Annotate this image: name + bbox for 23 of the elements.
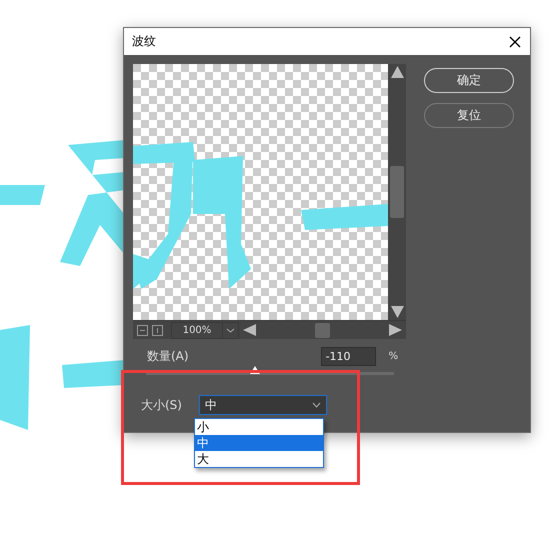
- zoom-out-icon[interactable]: [137, 324, 148, 336]
- vertical-scrollbar[interactable]: [388, 64, 406, 320]
- caret-icon: [312, 402, 321, 408]
- zoom-select[interactable]: 100%: [171, 322, 239, 338]
- dropdown-option[interactable]: 小: [195, 419, 323, 435]
- amount-field[interactable]: -110: [320, 347, 376, 366]
- down-arrow-icon[interactable]: [390, 306, 404, 318]
- amount-label: 数量(A): [147, 348, 189, 365]
- ok-button[interactable]: 确定: [424, 68, 514, 93]
- size-select[interactable]: 中: [198, 395, 327, 415]
- up-arrow-icon[interactable]: [390, 66, 404, 78]
- dropdown-option[interactable]: 中: [195, 435, 323, 451]
- right-arrow-icon[interactable]: [389, 324, 402, 336]
- left-arrow-icon[interactable]: [243, 324, 256, 336]
- size-label: 大小(S): [141, 396, 182, 414]
- unit-label: %: [388, 351, 398, 362]
- dropdown-option[interactable]: 大: [195, 451, 323, 467]
- scroll-thumb[interactable]: [390, 166, 404, 218]
- close-icon[interactable]: [508, 34, 522, 48]
- window-title: 波纹: [132, 33, 156, 50]
- zoom-in-icon[interactable]: [152, 324, 163, 336]
- scroll-thumb[interactable]: [315, 322, 330, 338]
- reset-button[interactable]: 复位: [424, 103, 514, 128]
